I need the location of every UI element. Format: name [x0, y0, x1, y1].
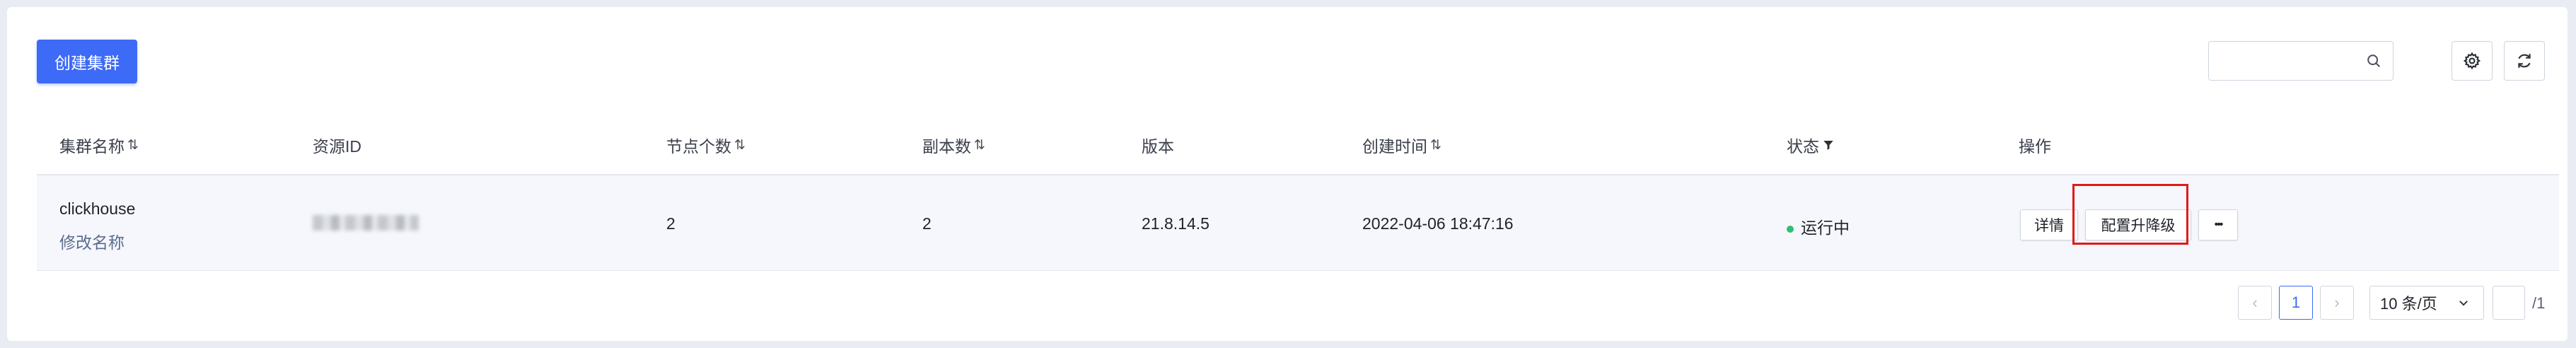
highlight-box	[2072, 184, 2188, 245]
next-page-button[interactable]: ›	[2320, 286, 2354, 320]
column-label: 操作	[2019, 137, 2051, 156]
column-label: 创建时间	[1362, 137, 1427, 156]
column-header-nodes[interactable]: 节点个数 ⇅	[666, 133, 745, 157]
column-label: 副本数	[922, 137, 971, 156]
column-header-status[interactable]: 状态	[1787, 133, 1835, 157]
column-header-resource-id: 资源ID	[313, 133, 361, 157]
cluster-name: clickhouse	[59, 199, 136, 218]
column-header-name[interactable]: 集群名称 ⇅	[59, 133, 139, 157]
table-header: 集群名称 ⇅ 资源ID 节点个数 ⇅ 副本数 ⇅ 版本 创建时间 ⇅ 状态 操作	[37, 112, 2559, 175]
column-header-created[interactable]: 创建时间 ⇅	[1362, 133, 1441, 157]
page-size-label: 10 条/页	[2380, 295, 2437, 313]
refresh-icon	[2518, 54, 2531, 68]
resource-id-redacted	[313, 215, 419, 231]
page-1-button[interactable]: 1	[2279, 286, 2313, 320]
main-panel: 创建集群 集群名称 ⇅ 资源ID 节点个数 ⇅ 副本数 ⇅ 版本 创建时间 ⇅ …	[7, 7, 2568, 341]
column-label: 版本	[1142, 137, 1174, 156]
column-header-version: 版本	[1142, 133, 1174, 157]
column-header-actions: 操作	[2019, 133, 2051, 157]
search-input[interactable]	[2208, 41, 2394, 81]
search-icon	[2367, 54, 2380, 67]
column-label: 集群名称	[59, 137, 124, 156]
settings-button[interactable]	[2452, 41, 2493, 81]
node-count: 2	[666, 214, 675, 233]
column-label: 状态	[1787, 137, 1819, 156]
created-time: 2022-04-06 18:47:16	[1362, 214, 1514, 233]
page-size-select[interactable]: 10 条/页	[2369, 286, 2484, 320]
prev-page-button[interactable]: ‹	[2238, 286, 2272, 320]
status-badge: 运行中	[1787, 214, 1850, 238]
sort-icon[interactable]: ⇅	[734, 137, 745, 153]
sort-icon[interactable]: ⇅	[127, 137, 139, 153]
version: 21.8.14.5	[1142, 214, 1209, 233]
sort-icon[interactable]: ⇅	[974, 137, 985, 153]
chevron-down-icon	[2459, 301, 2468, 306]
refresh-button[interactable]	[2504, 41, 2545, 81]
column-header-replicas[interactable]: 副本数 ⇅	[922, 133, 985, 157]
column-label: 节点个数	[666, 137, 731, 156]
column-label: 资源ID	[313, 137, 361, 156]
more-actions-button[interactable]: •••	[2198, 209, 2238, 240]
replica-count: 2	[922, 214, 932, 233]
rename-link[interactable]: 修改名称	[59, 229, 124, 253]
status-dot-icon	[1787, 225, 1794, 233]
detail-button[interactable]: 详情	[2020, 209, 2078, 240]
status-text: 运行中	[1801, 219, 1850, 237]
filter-icon[interactable]	[1822, 139, 1835, 151]
create-cluster-button[interactable]: 创建集群	[37, 40, 137, 83]
sort-icon[interactable]: ⇅	[1430, 137, 1441, 153]
gear-icon	[2463, 52, 2481, 70]
jump-page-input[interactable]	[2493, 286, 2525, 320]
total-pages: /1	[2532, 294, 2546, 312]
